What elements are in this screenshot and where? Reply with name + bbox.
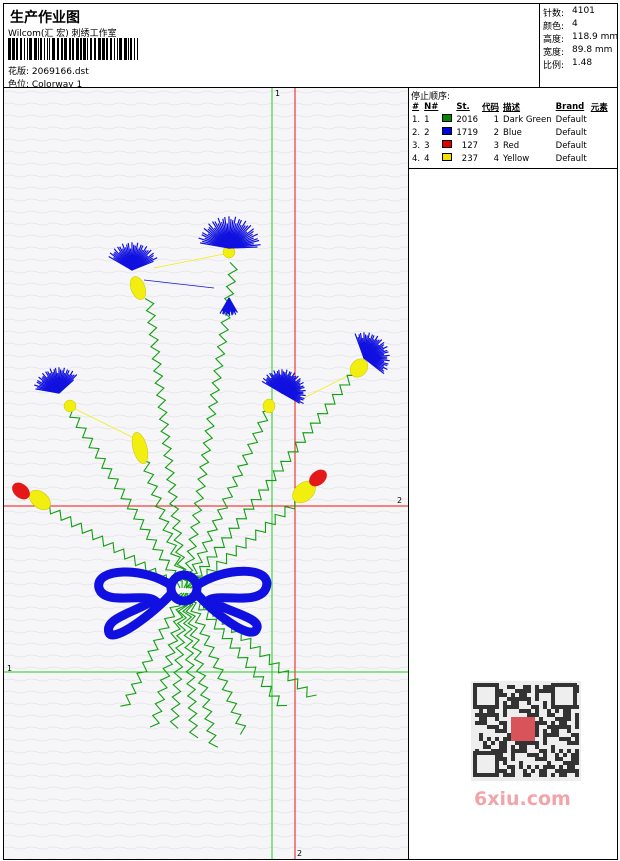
row-stitches: 237 (461, 153, 479, 164)
row-brand: Default (555, 153, 587, 164)
height-label: 高度: (543, 35, 565, 45)
row-num: 3. (412, 140, 421, 151)
design-file-label: 花版: 2069166.dst (8, 67, 89, 77)
row-code: 3 (493, 140, 500, 151)
watermark-text: 6xiu.com (474, 788, 571, 810)
row-code: 4 (493, 153, 500, 164)
row-desc: Blue (503, 127, 522, 138)
scale-label: 比例: (543, 61, 565, 71)
color-swatch (442, 140, 453, 148)
barcode (8, 38, 138, 60)
col-header-element: 元素 (590, 102, 608, 113)
row-stitches: 1719 (456, 127, 479, 138)
height-value: 118.9 mm (572, 32, 619, 42)
stop-sequence-table: # N# St. 代码 描述 Brand 元素 1. 1 2016 1 Dark… (410, 100, 610, 165)
color-swatch (442, 114, 453, 122)
col-header-stitches: St. (456, 101, 470, 112)
col-header-code: 代码 (482, 102, 500, 113)
width-label: 宽度: (543, 48, 565, 58)
stats-panel: 针数: 4101 颜色: 4 高度: 118.9 mm 宽度: 89.8 mm … (539, 3, 618, 88)
row-n: 4 (424, 153, 430, 164)
row-desc: Red (503, 140, 520, 151)
sequence-divider (409, 168, 617, 169)
row-brand: Default (555, 140, 587, 151)
row-n: 1 (424, 114, 430, 125)
design-canvas[interactable]: 1 2 1 2 (3, 87, 409, 860)
guide-label-h2: 2 (397, 496, 403, 505)
guide-label-v2: 2 (297, 849, 303, 858)
row-brand: Default (555, 114, 587, 125)
stitch-count-value: 4101 (572, 6, 595, 16)
qr-code-watermark (471, 681, 581, 781)
row-num: 2. (412, 127, 421, 138)
row-n: 2 (424, 127, 430, 138)
width-value: 89.8 mm (572, 45, 613, 55)
col-header-brand: Brand (555, 101, 585, 112)
col-header-n: N# (424, 101, 439, 112)
col-header-num: # (412, 101, 420, 112)
row-code: 1 (493, 114, 500, 125)
header-panel: 生产作业图 Wilcom(汇 宏) 刺绣工作室 花版: 2069166.dst … (3, 3, 540, 90)
row-brand: Default (555, 127, 587, 138)
color-count-label: 颜色: (543, 22, 565, 32)
embroidery-preview (4, 88, 408, 859)
scale-value: 1.48 (572, 58, 593, 68)
table-row[interactable]: 3. 3 127 3 Red Default (410, 139, 610, 152)
color-swatch (442, 127, 453, 135)
table-row[interactable]: 1. 1 2016 1 Dark Green Default (410, 113, 610, 126)
color-count-value: 4 (572, 19, 578, 29)
page-title: 生产作业图 (10, 10, 80, 26)
guide-label-v1: 1 (275, 89, 281, 98)
table-row[interactable]: 2. 2 1719 2 Blue Default (410, 126, 610, 139)
row-desc: Yellow (503, 153, 530, 164)
table-header-row: # N# St. 代码 描述 Brand 元素 (410, 100, 610, 113)
stop-sequence-panel: 停止顺序: # N# St. 代码 描述 Brand 元素 1. 1 2016 … (408, 87, 618, 860)
stitch-count-label: 针数: (543, 9, 565, 19)
row-num: 4. (412, 153, 421, 164)
row-n: 3 (424, 140, 430, 151)
row-stitches: 127 (461, 140, 479, 151)
guide-label-h1: 1 (7, 664, 13, 673)
color-swatch (442, 153, 453, 161)
row-num: 1. (412, 114, 421, 125)
row-code: 2 (493, 127, 500, 138)
table-row[interactable]: 4. 4 237 4 Yellow Default (410, 152, 610, 165)
row-desc: Dark Green (503, 114, 552, 125)
col-header-swatch (440, 100, 454, 113)
row-stitches: 2016 (456, 114, 479, 125)
col-header-desc: 描述 (503, 102, 521, 113)
